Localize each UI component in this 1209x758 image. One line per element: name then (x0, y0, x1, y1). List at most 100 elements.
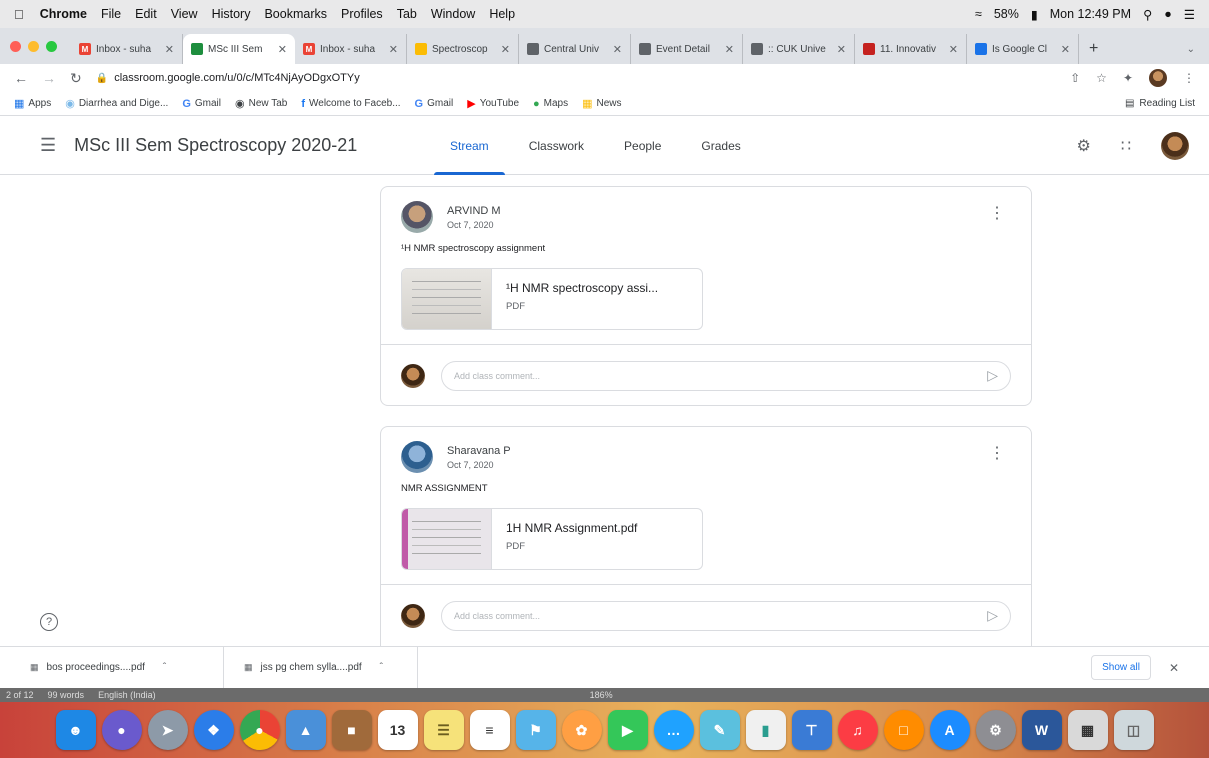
tab-grades[interactable]: Grades (681, 117, 760, 175)
main-menu-hamburger-icon[interactable]: ☰ (40, 135, 56, 156)
tab-close-icon[interactable]: ✕ (949, 43, 958, 56)
bookmark-new-tab[interactable]: ◉ New Tab (235, 97, 287, 110)
attachment-card[interactable]: ¹H NMR spectroscopy assi... PDF (401, 268, 703, 330)
class-comment-input[interactable] (454, 610, 988, 621)
bookmark-facebook[interactable]: f Welcome to Faceb... (301, 98, 400, 110)
class-settings-gear-icon[interactable]: ⚙ (1076, 136, 1090, 156)
books-icon[interactable]: □ (883, 710, 924, 750)
clock[interactable]: Mon 12:49 PM (1050, 7, 1131, 21)
apple-menu-icon[interactable]:  (14, 7, 24, 22)
app-store-icon[interactable]: A (929, 710, 970, 750)
new-tab-button[interactable]: + (1079, 34, 1108, 64)
browser-tab[interactable]: :: CUK Unive ✕ (743, 34, 855, 64)
facetime-icon[interactable]: ▶ (607, 710, 648, 750)
bookmark-diarrhea[interactable]: ◉ Diarrhea and Dige... (65, 97, 168, 110)
post-options-kebab-icon[interactable]: ⋮ (989, 206, 1005, 222)
music-icon[interactable]: ♫ (837, 710, 878, 750)
browser-tab[interactable]: M Inbox - suha ✕ (71, 34, 183, 64)
chevron-up-icon[interactable]: ˆ (163, 662, 166, 673)
post-options-kebab-icon[interactable]: ⋮ (989, 446, 1005, 462)
bookmark-gmail-2[interactable]: G Gmail (415, 98, 454, 110)
tab-classwork[interactable]: Classwork (509, 117, 604, 175)
image-thumbnail-icon[interactable]: ▦ (1067, 710, 1108, 750)
photo-viewer-icon[interactable]: ▲ (285, 710, 326, 750)
menu-tab[interactable]: Tab (397, 7, 417, 21)
tab-close-icon[interactable]: ✕ (613, 43, 622, 56)
pages-icon[interactable]: ✎ (699, 710, 740, 750)
zoom-window-icon[interactable] (46, 40, 57, 52)
menu-history[interactable]: History (212, 7, 251, 21)
reading-list-button[interactable]: ▤ Reading List (1125, 98, 1195, 109)
bookmark-youtube[interactable]: ▶ YouTube (467, 97, 519, 110)
menu-edit[interactable]: Edit (135, 7, 157, 21)
notification-center-icon[interactable]: ☰ (1184, 7, 1195, 22)
menu-help[interactable]: Help (489, 7, 515, 21)
browser-tab[interactable]: M Inbox - suha ✕ (295, 34, 407, 64)
chevron-up-icon[interactable]: ˆ (380, 662, 383, 673)
author-avatar[interactable] (401, 441, 433, 473)
photos-flower-icon[interactable]: ✿ (561, 710, 602, 750)
microsoft-word-icon[interactable]: W (1021, 710, 1062, 750)
reminders-icon[interactable]: ≡ (469, 710, 510, 750)
chrome-menu-icon[interactable]: ⋮ (1183, 71, 1195, 85)
send-comment-icon[interactable]: ▷ (987, 607, 998, 624)
browser-tab[interactable]: MSc III Sem ✕ (183, 34, 295, 64)
help-question-icon[interactable]: ? (40, 613, 58, 631)
browser-tab[interactable]: Event Detail ✕ (631, 34, 743, 64)
bookmark-apps[interactable]: ▦ Apps (14, 97, 51, 110)
download-item[interactable]: ▦ bos proceedings....pdf ˆ (30, 646, 224, 689)
account-avatar[interactable] (1161, 132, 1189, 160)
bookmark-maps[interactable]: ● Maps (533, 98, 568, 110)
show-all-downloads-button[interactable]: Show all (1091, 655, 1151, 680)
chrome-icon[interactable]: ● (239, 710, 280, 750)
close-downloads-icon[interactable]: ✕ (1169, 661, 1179, 675)
tab-stream[interactable]: Stream (430, 117, 509, 175)
google-apps-grid-icon[interactable]: ∷ (1121, 136, 1131, 156)
messages-icon[interactable]: … (653, 710, 694, 750)
tab-close-icon[interactable]: ✕ (1061, 43, 1070, 56)
safari-compass-icon[interactable]: ❖ (193, 710, 234, 750)
share-icon[interactable]: ⇧ (1070, 71, 1080, 85)
tab-close-icon[interactable]: ✕ (165, 43, 174, 56)
browser-tab[interactable]: 11. Innovativ ✕ (855, 34, 967, 64)
menu-bookmarks[interactable]: Bookmarks (264, 7, 327, 21)
menu-profiles[interactable]: Profiles (341, 7, 383, 21)
tab-people[interactable]: People (604, 117, 681, 175)
browser-tab[interactable]: Is Google Cl ✕ (967, 34, 1079, 64)
tab-close-icon[interactable]: ✕ (725, 43, 734, 56)
extensions-puzzle-icon[interactable]: ✦ (1123, 71, 1133, 85)
keynote-icon[interactable]: ⊤ (791, 710, 832, 750)
menu-file[interactable]: File (101, 7, 121, 21)
tab-close-icon[interactable]: ✕ (501, 43, 510, 56)
menu-app-chrome[interactable]: Chrome (40, 7, 87, 21)
lock-icon[interactable]: 🔒 (96, 73, 108, 84)
tab-close-icon[interactable]: ✕ (278, 43, 287, 56)
attachment-card[interactable]: 1H NMR Assignment.pdf PDF (401, 508, 703, 570)
address-bar[interactable]: 🔒 classroom.google.com/u/0/c/MTc4NjAyODg… (96, 72, 1056, 84)
siri-icon[interactable]: ● (1164, 7, 1172, 21)
notes-icon[interactable]: ☰ (423, 710, 464, 750)
siri-icon[interactable]: ● (101, 710, 142, 750)
bookmark-star-icon[interactable]: ☆ (1096, 71, 1107, 85)
maps-icon[interactable]: ⚑ (515, 710, 556, 750)
reload-icon[interactable]: ↻ (70, 70, 82, 87)
menu-view[interactable]: View (171, 7, 198, 21)
launchpad-rocket-icon[interactable]: ➤ (147, 710, 188, 750)
tab-close-icon[interactable]: ✕ (837, 43, 846, 56)
tab-close-icon[interactable]: ✕ (389, 43, 398, 56)
calendar-icon[interactable]: 13 (377, 710, 418, 750)
class-comment-input[interactable] (454, 370, 988, 381)
forward-arrow-icon[interactable]: → (42, 70, 56, 86)
menu-window[interactable]: Window (431, 7, 475, 21)
send-comment-icon[interactable]: ▷ (987, 367, 998, 384)
author-avatar[interactable] (401, 201, 433, 233)
battery-percent[interactable]: 58% (994, 7, 1019, 21)
profile-avatar[interactable] (1149, 69, 1167, 87)
back-arrow-icon[interactable]: ← (14, 70, 28, 86)
bookmark-gmail-1[interactable]: G Gmail (182, 98, 221, 110)
wifi-icon[interactable]: ≈ (975, 7, 982, 21)
spotlight-icon[interactable]: ⚲ (1143, 7, 1152, 22)
system-preferences-gear-icon[interactable]: ⚙ (975, 710, 1016, 750)
download-item[interactable]: ▦ jss pg chem sylla....pdf ˆ (224, 646, 418, 689)
finder-icon[interactable]: ☻ (55, 710, 96, 750)
